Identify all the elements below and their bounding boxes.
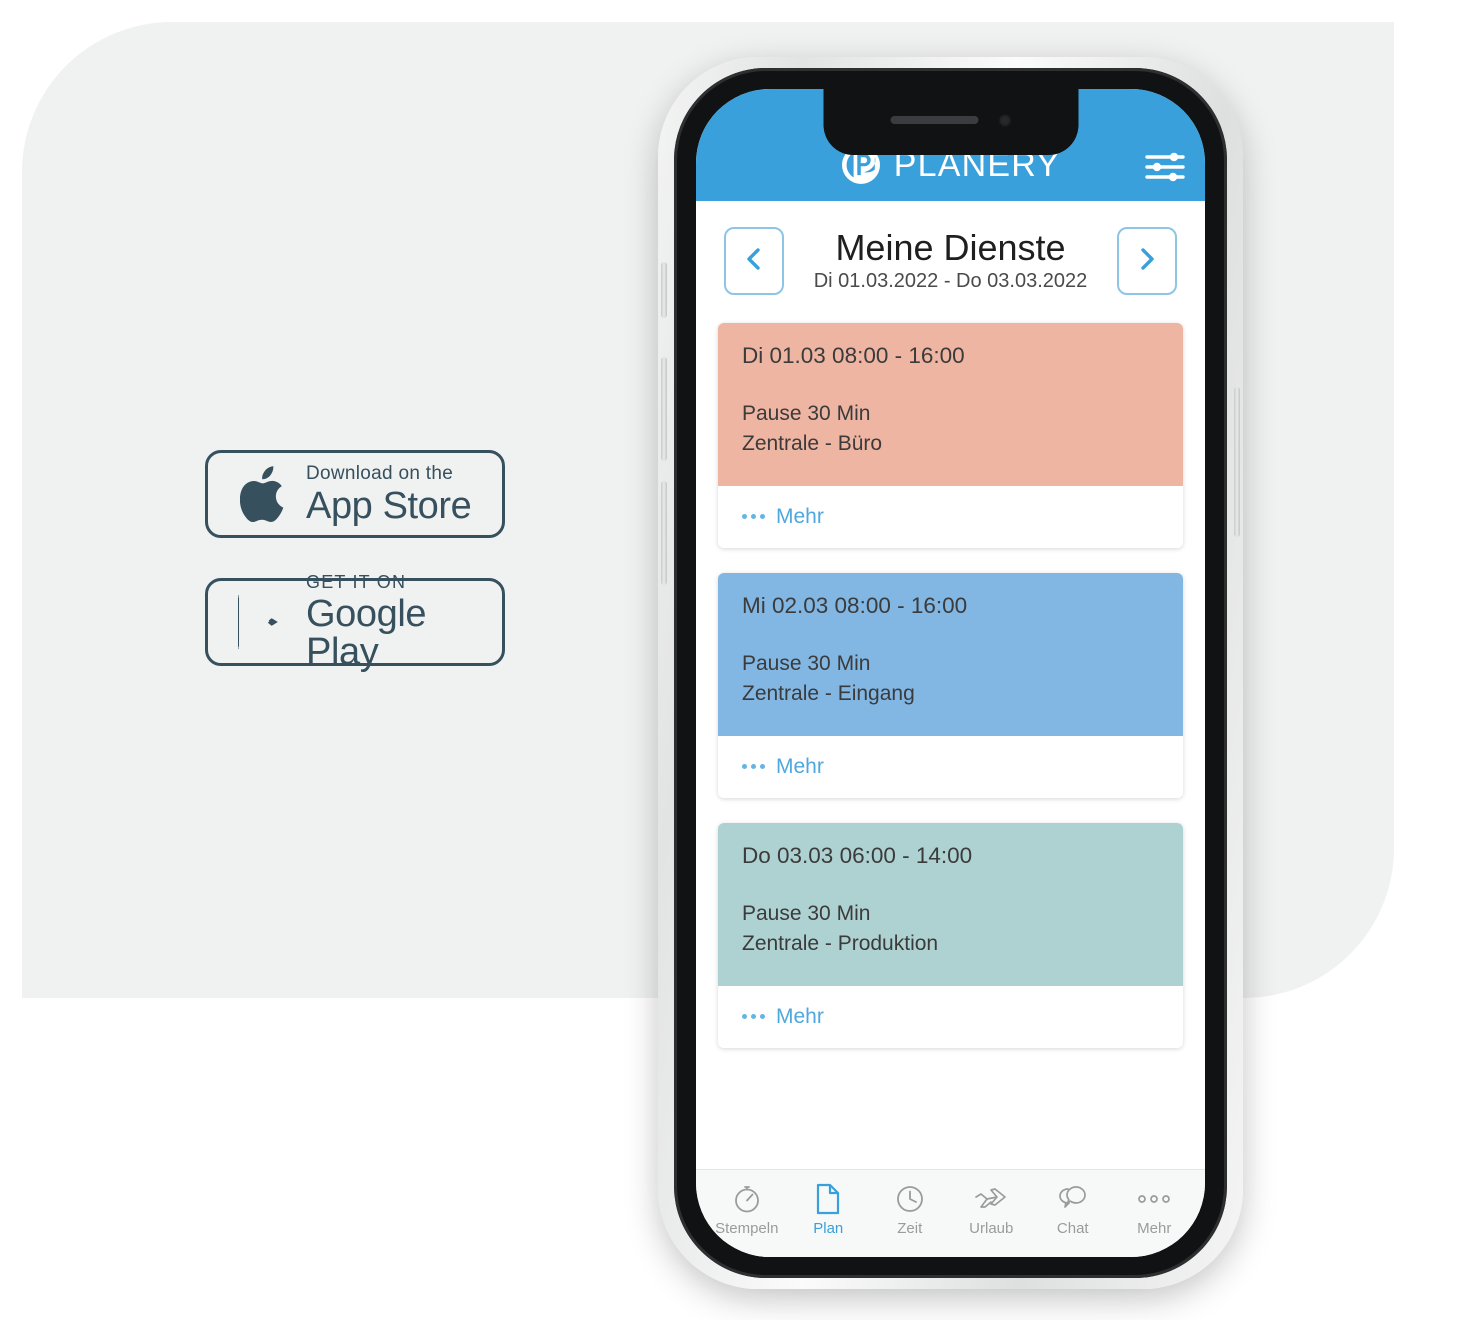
- volume-up-button[interactable]: [661, 357, 667, 461]
- tab-urlaub[interactable]: Urlaub: [953, 1183, 1029, 1237]
- app-store-badge-small-label: Download on the: [306, 462, 454, 484]
- volume-down-button[interactable]: [661, 481, 667, 585]
- google-play-badge-small-label: GET IT ON: [306, 572, 407, 592]
- tab-label: Stempeln: [715, 1219, 779, 1237]
- tab-label: Plan: [813, 1219, 844, 1237]
- shift-card[interactable]: Di 01.03 08:00 - 16:00 Pause 30 Min Zent…: [718, 323, 1183, 548]
- tab-label: Chat: [1056, 1219, 1089, 1237]
- phone-notch: [823, 89, 1078, 155]
- tab-label: Urlaub: [969, 1219, 1014, 1237]
- app-store-badge-big-label: App Store: [306, 484, 472, 527]
- tab-label: Mehr: [1137, 1219, 1172, 1237]
- shift-location: Zentrale - Produktion: [742, 932, 939, 956]
- store-badges: Download on the App Store GET IT ON Goog…: [205, 450, 507, 706]
- chat-bubbles-icon: [1057, 1183, 1089, 1215]
- shift-list: Di 01.03 08:00 - 16:00 Pause 30 Min Zent…: [696, 317, 1205, 1048]
- power-button[interactable]: [1234, 387, 1240, 537]
- apple-logo-icon: [234, 464, 292, 524]
- shift-location: Zentrale - Büro: [742, 432, 883, 456]
- date-navigation-bar: Meine Dienste Di 01.03.2022 - Do 03.03.2…: [696, 201, 1205, 317]
- tab-chat[interactable]: Chat: [1035, 1183, 1111, 1237]
- ellipsis-icon: [742, 764, 765, 770]
- google-play-badge[interactable]: GET IT ON Google Play: [205, 573, 505, 671]
- phone-screen: PLANERY Meine Dienste Di 01.03.2022 - Do…: [696, 89, 1205, 1257]
- shift-more-label: Mehr: [776, 1004, 824, 1028]
- bottom-tabbar: Stempeln Plan Zeit Urlaub Chat Mehr: [696, 1169, 1205, 1257]
- google-play-logo-icon: [234, 592, 292, 652]
- tab-stempeln[interactable]: Stempeln: [709, 1183, 785, 1237]
- next-period-button[interactable]: [1117, 227, 1177, 295]
- shift-location: Zentrale - Eingang: [742, 682, 915, 706]
- chevron-left-icon: [743, 245, 765, 278]
- stopwatch-icon: [732, 1183, 762, 1215]
- shift-time: Do 03.03 06:00 - 14:00: [742, 842, 973, 868]
- document-icon: [814, 1183, 842, 1215]
- front-camera-icon: [998, 113, 1011, 127]
- tab-plan[interactable]: Plan: [790, 1183, 866, 1237]
- shift-time: Di 01.03 08:00 - 16:00: [742, 343, 965, 368]
- shift-card-body: Mi 02.03 08:00 - 16:00 Pause 30 Min Zent…: [718, 572, 1183, 736]
- tab-zeit[interactable]: Zeit: [872, 1183, 948, 1237]
- shift-card[interactable]: Do 03.03 06:00 - 14:00 Pause 30 Min Zent…: [718, 822, 1183, 1048]
- shift-more-label: Mehr: [776, 504, 824, 528]
- title-center: Meine Dienste Di 01.03.2022 - Do 03.03.2…: [784, 226, 1117, 294]
- shift-more-button[interactable]: Mehr: [718, 735, 1183, 798]
- tab-mehr[interactable]: Mehr: [1116, 1183, 1192, 1237]
- airplane-icon: [974, 1183, 1008, 1215]
- shift-break: Pause 30 Min: [742, 651, 871, 675]
- shift-card-body: Di 01.03 08:00 - 16:00 Pause 30 Min Zent…: [718, 323, 1183, 486]
- tab-label: Zeit: [897, 1219, 923, 1237]
- shift-more-button[interactable]: Mehr: [718, 485, 1183, 548]
- chevron-right-icon: [1136, 245, 1158, 278]
- clock-icon: [895, 1183, 925, 1215]
- date-range-label: Di 01.03.2022 - Do 03.03.2022: [813, 270, 1088, 293]
- page-title: Meine Dienste: [835, 226, 1066, 268]
- google-play-badge-big-label: Google Play: [306, 593, 427, 673]
- shift-card-body: Do 03.03 06:00 - 14:00 Pause 30 Min Zent…: [718, 822, 1183, 986]
- shift-more-label: Mehr: [776, 754, 824, 778]
- shift-break: Pause 30 Min: [742, 402, 871, 425]
- shift-card[interactable]: Mi 02.03 08:00 - 16:00 Pause 30 Min Zent…: [718, 572, 1183, 798]
- ellipsis-icon: [742, 1014, 765, 1020]
- mute-switch-button[interactable]: [661, 262, 667, 318]
- app-store-badge[interactable]: Download on the App Store: [205, 450, 505, 538]
- ellipsis-icon: [1137, 1183, 1171, 1215]
- earpiece-speaker-icon: [890, 116, 978, 124]
- previous-period-button[interactable]: [724, 227, 784, 295]
- shift-more-button[interactable]: Mehr: [718, 985, 1183, 1048]
- ellipsis-icon: [742, 514, 765, 520]
- shift-time: Mi 02.03 08:00 - 16:00: [742, 592, 968, 618]
- sliders-settings-icon[interactable]: [1143, 147, 1187, 187]
- phone-mockup: PLANERY Meine Dienste Di 01.03.2022 - Do…: [658, 57, 1243, 1289]
- shift-break: Pause 30 Min: [742, 901, 871, 925]
